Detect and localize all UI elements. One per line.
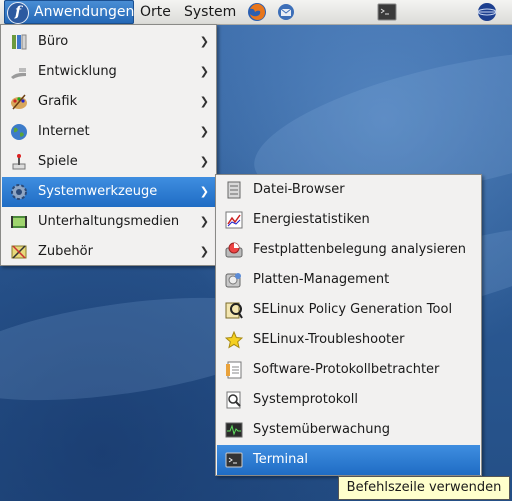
menu-item-label: SELinux Policy Generation Tool: [253, 302, 453, 317]
system-log-icon: [226, 391, 241, 409]
menu-item-label: Spiele: [38, 154, 78, 169]
menu-item-system-monitor[interactable]: Systemüberwachung: [217, 415, 480, 445]
selinux-policy-icon: [225, 302, 243, 319]
menu-item-label: SELinux-Troubleshooter: [253, 332, 405, 347]
power-stats-icon: [225, 211, 243, 229]
menu-item-label: Büro: [38, 34, 69, 49]
applications-menu-button[interactable]: f Anwendungen: [4, 0, 134, 24]
multimedia-icon: [11, 216, 27, 228]
menu-item-disk-usage[interactable]: Festplattenbelegung analysieren: [217, 235, 480, 265]
menu-item-label: Software-Protokollbetrachter: [253, 362, 440, 377]
menu-item-label: Internet: [38, 124, 90, 139]
chevron-right-icon: ❯: [199, 35, 209, 48]
system-monitor-icon: [225, 422, 243, 438]
menu-item-label: Datei-Browser: [253, 182, 345, 197]
accessories-icon: [11, 245, 27, 259]
system-tools-submenu: Datei-Browser Energiestatistiken Festpla…: [215, 174, 482, 476]
star-icon: [225, 331, 243, 349]
menu-item-label: Systemprotokoll: [253, 392, 359, 407]
chevron-right-icon: ❯: [199, 65, 209, 78]
thunderbird-icon[interactable]: [276, 2, 296, 22]
internet-icon: [11, 124, 27, 140]
menu-item-label: Terminal: [253, 452, 308, 467]
fedora-logo-icon: f: [7, 2, 29, 24]
graphics-icon: [11, 94, 27, 110]
menu-item-label: Energiestatistiken: [253, 212, 370, 227]
menu-item-accessories[interactable]: Zubehör ❯: [2, 237, 215, 267]
menu-item-selinux-troubleshooter[interactable]: SELinux-Troubleshooter: [217, 325, 480, 355]
menu-item-label: Systemwerkzeuge: [38, 184, 158, 199]
menu-item-label: Systemüberwachung: [253, 422, 391, 437]
menu-item-label: Entwicklung: [38, 64, 117, 79]
menu-item-label: Zubehör: [38, 244, 93, 259]
top-panel: f Anwendungen Orte System: [0, 0, 512, 25]
menu-item-games[interactable]: Spiele ❯: [2, 147, 215, 177]
places-menu-button[interactable]: Orte: [140, 0, 171, 24]
firefox-icon[interactable]: [247, 2, 267, 22]
menu-item-development[interactable]: Entwicklung ❯: [2, 57, 215, 87]
menu-item-graphics[interactable]: Grafik ❯: [2, 87, 215, 117]
disk-management-icon: [225, 273, 241, 288]
chevron-right-icon: ❯: [199, 95, 209, 108]
chevron-right-icon: ❯: [199, 125, 209, 138]
menu-item-label: Unterhaltungsmedien: [38, 214, 180, 229]
office-icon: [12, 34, 27, 50]
menu-item-multimedia[interactable]: Unterhaltungsmedien ❯: [2, 207, 215, 237]
applications-menu-label: Anwendungen: [34, 4, 135, 20]
menu-item-label: Festplattenbelegung analysieren: [253, 242, 467, 257]
system-tools-icon: [11, 184, 27, 200]
menu-item-disk-management[interactable]: Platten-Management: [217, 265, 480, 295]
file-browser-icon: [227, 181, 241, 199]
chevron-right-icon: ❯: [199, 185, 209, 198]
games-icon: [12, 154, 26, 170]
terminal-launcher-icon[interactable]: [377, 2, 397, 22]
menu-item-selinux-policy[interactable]: SELinux Policy Generation Tool: [217, 295, 480, 325]
log-viewer-icon: [226, 361, 242, 379]
applications-menu: Büro ❯ Entwicklung ❯ Grafik ❯ Internet ❯…: [0, 24, 217, 266]
tooltip: Befehlszeile verwenden: [338, 476, 510, 500]
chevron-right-icon: ❯: [199, 215, 209, 228]
disk-usage-icon: [225, 242, 243, 258]
system-menu-button[interactable]: System: [184, 0, 236, 24]
network-globe-icon[interactable]: [477, 2, 497, 22]
chevron-right-icon: ❯: [199, 245, 209, 258]
menu-item-label: Grafik: [38, 94, 78, 109]
terminal-icon: [225, 452, 243, 468]
menu-item-label: Platten-Management: [253, 272, 390, 287]
menu-item-internet[interactable]: Internet ❯: [2, 117, 215, 147]
menu-item-system-log[interactable]: Systemprotokoll: [217, 385, 480, 415]
development-icon: [11, 68, 26, 79]
menu-item-terminal[interactable]: Terminal: [217, 445, 480, 475]
menu-item-office[interactable]: Büro ❯: [2, 27, 215, 57]
menu-item-software-log-viewer[interactable]: Software-Protokollbetrachter: [217, 355, 480, 385]
chevron-right-icon: ❯: [199, 155, 209, 168]
menu-item-system-tools[interactable]: Systemwerkzeuge ❯: [2, 177, 215, 207]
menu-item-file-browser[interactable]: Datei-Browser: [217, 175, 480, 205]
menu-item-power-stats[interactable]: Energiestatistiken: [217, 205, 480, 235]
